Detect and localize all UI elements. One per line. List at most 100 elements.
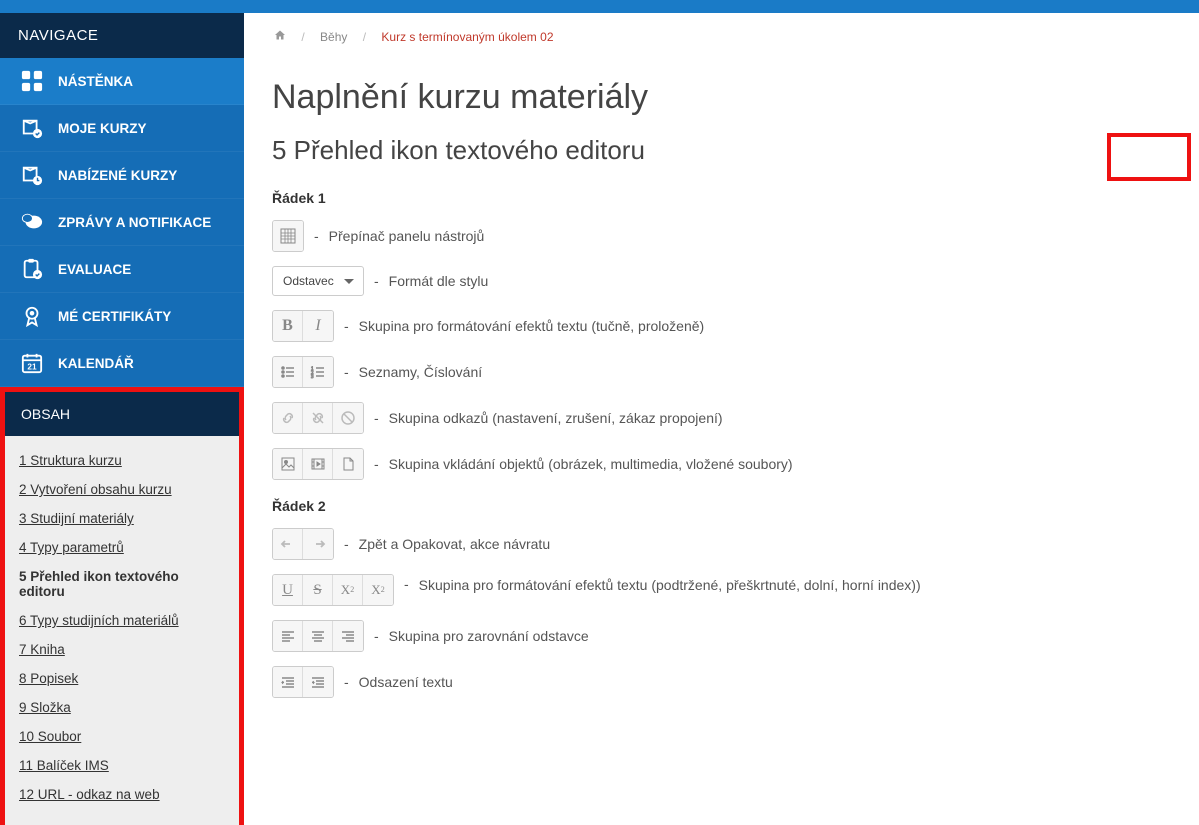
nav-label: ZPRÁVY A NOTIFIKACE [58,215,211,230]
item-desc: Skupina vkládání objektů (obrázek, multi… [389,454,793,474]
nav-header: NAVIGACE [0,13,244,58]
item-desc: Skupina pro zarovnání odstavce [389,626,589,646]
sidebar: NAVIGACE NÁSTĚNKA MOJE KURZY NABÍZENÉ KU… [0,13,244,825]
svg-text:3: 3 [311,375,314,380]
bullet-list-icon[interactable] [273,357,303,387]
nav-item-certificates[interactable]: MÉ CERTIFIKÁTY [0,293,244,340]
toolbar-toggle-icon[interactable] [273,221,303,251]
item-desc: Zpět a Opakovat, akce návratu [359,534,550,554]
outdent-icon[interactable] [273,667,303,697]
toc-item[interactable]: 8 Popisek [19,664,225,693]
undo-icon[interactable] [273,529,303,559]
breadcrumb-current[interactable]: Kurz s termínovaným úkolem 02 [381,30,553,44]
editor-row: - Přepínač panelu nástrojů [272,220,1179,252]
toc-item[interactable]: 1 Struktura kurzu [19,446,225,475]
item-desc: Skupina pro formátování efektů textu (po… [419,574,1179,596]
media-icon[interactable] [303,449,333,479]
page-subtitle: 5 Přehled ikon textového editoru [272,135,1179,166]
grid-icon [18,70,46,92]
strike-icon[interactable]: S [303,575,333,605]
file-icon[interactable] [333,449,363,479]
nav-item-my-courses[interactable]: MOJE KURZY [0,105,244,152]
item-desc: Přepínač panelu nástrojů [329,226,485,246]
toc-header: OBSAH [5,392,239,436]
item-desc: Skupina pro formátování efektů textu (tu… [359,316,705,336]
award-icon [18,305,46,327]
breadcrumb-link[interactable]: Běhy [320,30,347,44]
toc-item[interactable]: 10 Soubor [19,722,225,751]
editor-row: U S X2 X2 - Skupina pro formátování efek… [272,574,1179,606]
editor-row: - Zpět a Opakovat, akce návratu [272,528,1179,560]
align-right-icon[interactable] [333,621,363,651]
breadcrumb: / Běhy / Kurz s termínovaným úkolem 02 [272,13,1179,54]
book-check-icon [18,117,46,139]
item-desc: Odsazení textu [359,672,453,692]
svg-text:21: 21 [27,362,37,371]
editor-row: 123 - Seznamy, Číslování [272,356,1179,388]
text-effect-group: U S X2 X2 [272,574,394,606]
align-group [272,620,364,652]
number-list-icon[interactable]: 123 [303,357,333,387]
row2-title: Řádek 2 [272,498,1179,514]
item-desc: Skupina odkazů (nastavení, zrušení, záka… [389,408,723,428]
align-left-icon[interactable] [273,621,303,651]
nav-item-calendar[interactable]: 21 KALENDÁŘ [0,340,244,387]
editor-row: - Skupina vkládání objektů (obrázek, mul… [272,448,1179,480]
nav-label: EVALUACE [58,262,131,277]
toc-item[interactable]: 11 Balíček IMS [19,751,225,780]
editor-row: B I - Skupina pro formátování efektů tex… [272,310,1179,342]
page-nav-arrows [1107,133,1191,181]
subscript-icon[interactable]: X2 [333,575,363,605]
nav-label: MOJE KURZY [58,121,147,136]
clipboard-icon [18,258,46,280]
toc-list: 1 Struktura kurzu 2 Vytvoření obsahu kur… [5,436,239,825]
editor-row: Odstavec - Formát dle stylu [272,266,1179,296]
align-center-icon[interactable] [303,621,333,651]
indent-group [272,666,334,698]
bold-icon[interactable]: B [273,311,303,341]
toc-item[interactable]: 2 Vytvoření obsahu kurzu [19,475,225,504]
main-content: / Běhy / Kurz s termínovaným úkolem 02 N… [244,13,1199,825]
nav-item-dashboard[interactable]: NÁSTĚNKA [0,58,244,105]
chat-icon [18,211,46,233]
nav-item-offered-courses[interactable]: NABÍZENÉ KURZY [0,152,244,199]
toc-item[interactable]: 9 Složka [19,693,225,722]
toc-item-current[interactable]: 5 Přehled ikon textového editoru [19,562,225,606]
format-select[interactable]: Odstavec [272,266,364,296]
main-nav: NÁSTĚNKA MOJE KURZY NABÍZENÉ KURZY ZPRÁV… [0,58,244,387]
underline-icon[interactable]: U [273,575,303,605]
toc-item[interactable]: 4 Typy parametrů [19,533,225,562]
home-icon[interactable] [274,30,289,44]
page-title: Naplnění kurzu materiály [272,78,1179,117]
item-desc: Formát dle stylu [389,271,489,291]
superscript-icon[interactable]: X2 [363,575,393,605]
toc-item[interactable]: 6 Typy studijních materiálů [19,606,225,635]
toc-panel: OBSAH 1 Struktura kurzu 2 Vytvoření obsa… [0,387,244,825]
list-group: 123 [272,356,334,388]
insert-group [272,448,364,480]
indent-icon[interactable] [303,667,333,697]
unlink-icon[interactable] [303,403,333,433]
nav-label: NÁSTĚNKA [58,74,133,89]
nav-item-messages[interactable]: ZPRÁVY A NOTIFIKACE [0,199,244,246]
row1-title: Řádek 1 [272,190,1179,206]
redo-icon[interactable] [303,529,333,559]
editor-row: - Skupina pro zarovnání odstavce [272,620,1179,652]
nav-label: MÉ CERTIFIKÁTY [58,309,171,324]
link-icon[interactable] [273,403,303,433]
editor-row: - Odsazení textu [272,666,1179,698]
italic-icon[interactable]: I [303,311,333,341]
toc-item[interactable]: 7 Kniha [19,635,225,664]
next-page-icon[interactable] [1153,147,1173,167]
nolink-icon[interactable] [333,403,363,433]
nav-item-evaluation[interactable]: EVALUACE [0,246,244,293]
nav-label: KALENDÁŘ [58,356,134,371]
toolbar-toggle-group [272,220,304,252]
image-icon[interactable] [273,449,303,479]
nav-label: NABÍZENÉ KURZY [58,168,177,183]
prev-page-icon[interactable] [1125,147,1145,167]
top-bar [0,0,1199,13]
toc-item[interactable]: 3 Studijní materiály [19,504,225,533]
link-group [272,402,364,434]
toc-item[interactable]: 12 URL - odkaz na web [19,780,225,809]
